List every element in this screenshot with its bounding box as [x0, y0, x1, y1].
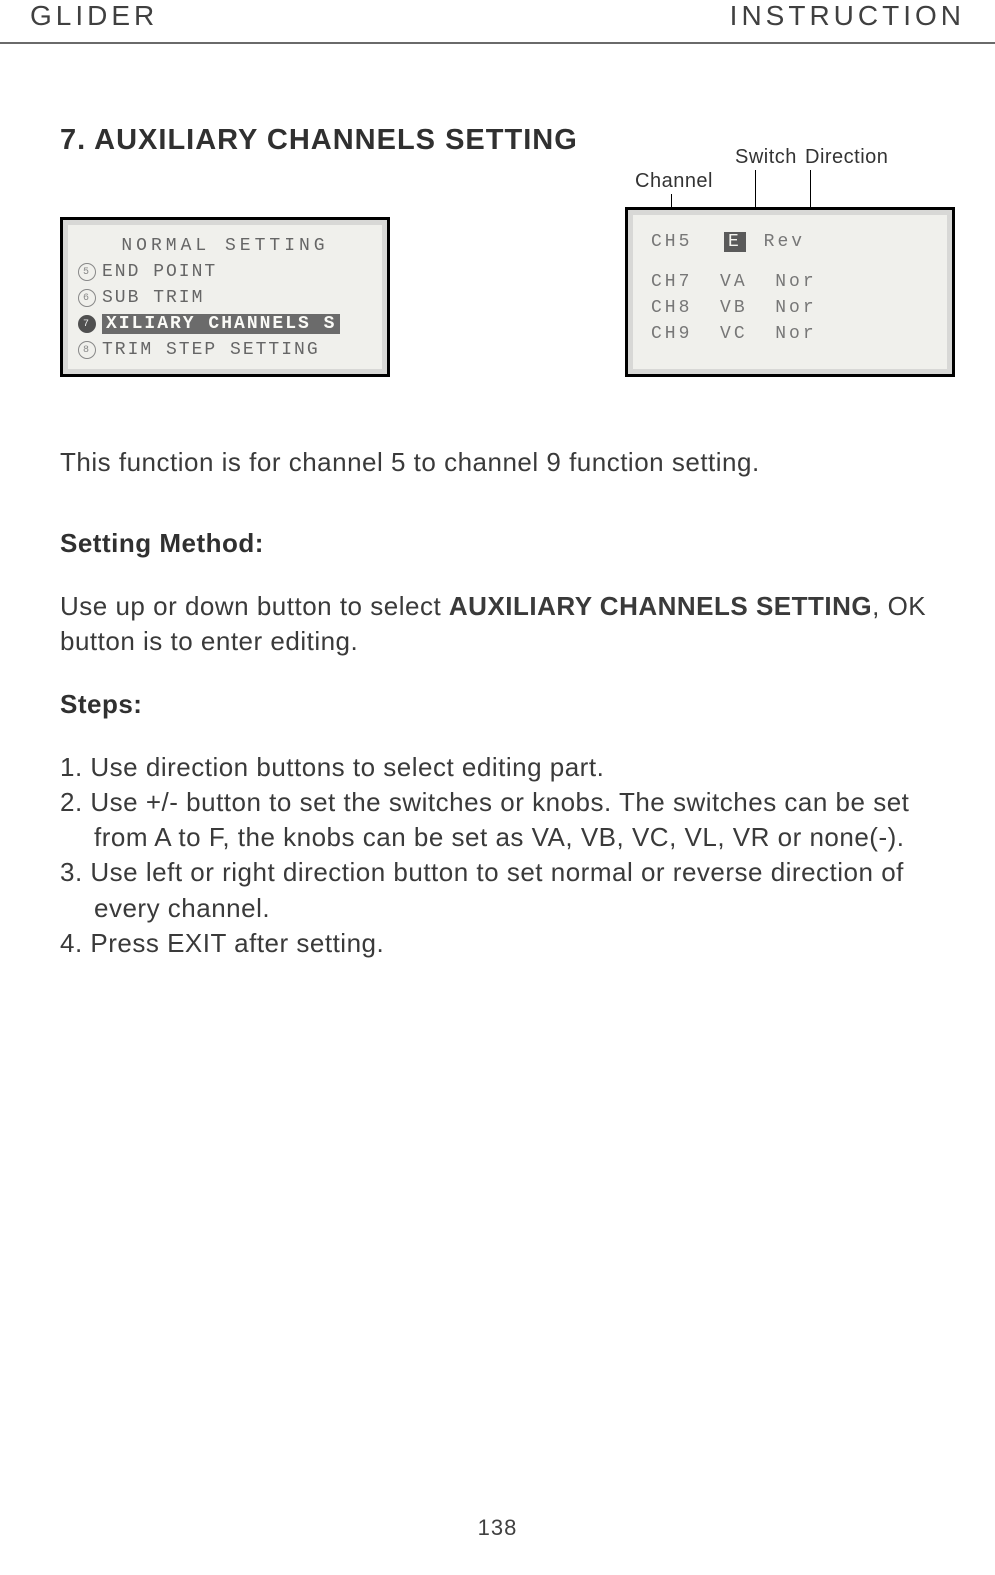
menu-label: END POINT [102, 262, 217, 282]
step-item: 2. Use +/- button to set the switches or… [60, 785, 935, 855]
step-item: 3. Use left or right direction button to… [60, 855, 935, 925]
aux-ch: CH7 [651, 272, 692, 292]
aux-row: CH5 E Rev [651, 229, 929, 255]
setting-method-heading: Setting Method: [60, 528, 935, 559]
menu-label: TRIM STEP SETTING [102, 340, 320, 360]
steps-list: 1. Use direction buttons to select editi… [60, 750, 935, 961]
page-header: GLIDER INSTRUCTION [0, 0, 995, 44]
aux-sw: VA [720, 272, 748, 292]
body-text: This function is for channel 5 to channe… [60, 447, 935, 961]
function-description: This function is for channel 5 to channe… [60, 447, 935, 478]
menu-label: SUB TRIM [102, 288, 204, 308]
lcd-menu-row-selected: 7 XILIARY CHANNELS S [78, 311, 372, 337]
header-right: INSTRUCTION [730, 0, 965, 32]
menu-num-icon: 5 [78, 263, 96, 281]
menu-label-selected: XILIARY CHANNELS S [102, 314, 340, 334]
menu-num-icon: 6 [78, 289, 96, 307]
lcd-left-title: NORMAL SETTING [78, 233, 372, 259]
header-left: GLIDER [30, 0, 158, 32]
lcd-row: NORMAL SETTING 5 END POINT 6 SUB TRIM 7 … [60, 207, 955, 377]
setting-method-paragraph: Use up or down button to select AUXILIAR… [60, 589, 935, 659]
aux-row: CH7 VA Nor [651, 269, 929, 295]
page-number: 138 [0, 1515, 995, 1541]
lcd-right: CH5 E Rev CH7 VA Nor CH8 VB Nor [625, 207, 955, 377]
callout-switch: Switch [735, 146, 797, 169]
aux-dir: Nor [775, 298, 816, 318]
aux-sw-selected: E [724, 232, 746, 252]
step-item: 1. Use direction buttons to select editi… [60, 750, 935, 785]
aux-sw: VB [720, 298, 748, 318]
aux-row: CH8 VB Nor [651, 295, 929, 321]
callout-channel: Channel [635, 170, 713, 193]
lcd-right-inner: CH5 E Rev CH7 VA Nor CH8 VB Nor [633, 215, 947, 369]
aux-sw: VC [720, 324, 748, 344]
callout-direction: Direction [805, 146, 888, 169]
aux-dir: Rev [764, 232, 805, 252]
lcd-right-wrap: Channel Switch Direction CH5 E Rev CH7 [625, 207, 955, 377]
menu-num-icon: 8 [78, 341, 96, 359]
setting-method-pre: Use up or down button to select [60, 591, 449, 621]
step-item: 4. Press EXIT after setting. [60, 926, 935, 961]
spacer [651, 255, 929, 269]
lcd-left: NORMAL SETTING 5 END POINT 6 SUB TRIM 7 … [60, 217, 390, 377]
steps-heading: Steps: [60, 689, 935, 720]
aux-row: CH9 VC Nor [651, 321, 929, 347]
lcd-menu-row: 5 END POINT [78, 259, 372, 285]
lcd-left-inner: NORMAL SETTING 5 END POINT 6 SUB TRIM 7 … [68, 225, 382, 369]
aux-dir: Nor [775, 324, 816, 344]
lcd-menu-row: 6 SUB TRIM [78, 285, 372, 311]
menu-num-icon: 7 [78, 315, 96, 333]
aux-ch: CH9 [651, 324, 692, 344]
setting-method-bold: AUXILIARY CHANNELS SETTING [449, 591, 872, 621]
aux-ch: CH5 [651, 232, 692, 252]
aux-ch: CH8 [651, 298, 692, 318]
lcd-menu-row: 8 TRIM STEP SETTING [78, 337, 372, 363]
aux-dir: Nor [775, 272, 816, 292]
